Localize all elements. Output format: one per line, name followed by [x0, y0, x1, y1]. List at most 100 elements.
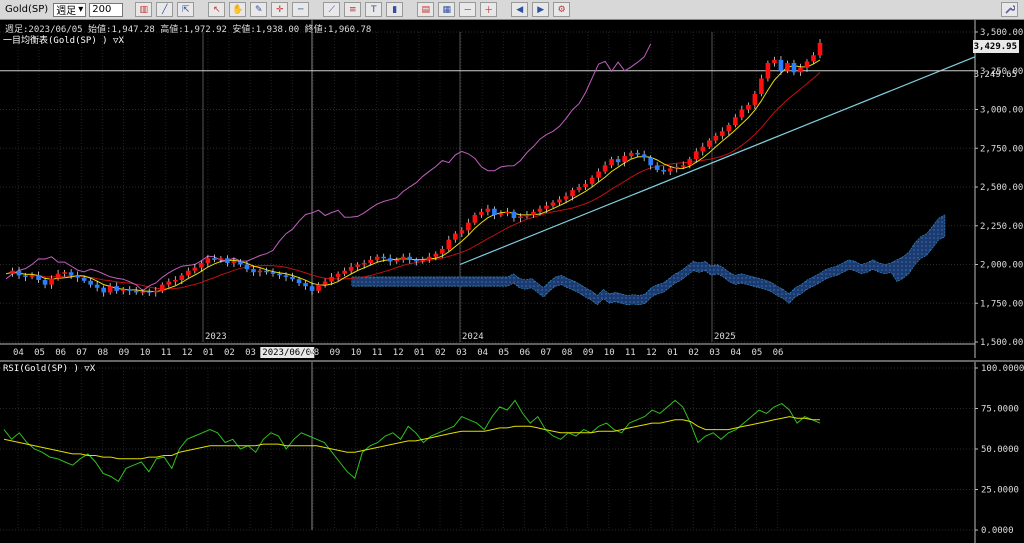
candle-body [361, 262, 367, 265]
horizontal-line-price-label: 3,249.65 [973, 69, 1017, 80]
horizontal-line-icon[interactable]: ─ [292, 2, 310, 17]
candle-body [101, 287, 106, 293]
candle-body [23, 275, 28, 277]
candle-body [329, 276, 334, 282]
bar-chart-icon[interactable]: ▮ [386, 2, 404, 17]
candle-body [759, 78, 764, 94]
candle-body [609, 159, 614, 166]
main-chart-pane[interactable]: 3,500.00 3,250.00 3,000.00 2,750.00 2,500.00… [0, 20, 1024, 358]
candle-body [192, 267, 198, 271]
pencil-icon[interactable]: ✎ [250, 2, 268, 17]
candle-body [602, 165, 608, 172]
month-tick-label: 09 [119, 348, 130, 358]
scroll-right-icon[interactable]: ▶ [532, 2, 550, 17]
month-tick-label: 07 [541, 348, 552, 358]
candle-body [368, 259, 373, 263]
price-tick-label: 2,250.00 [980, 222, 1023, 232]
candle-body [641, 154, 647, 158]
candle-body [238, 261, 243, 265]
candle-body [661, 169, 667, 172]
candle-body [407, 256, 413, 260]
candle-body [251, 269, 256, 273]
candle-body [570, 190, 575, 197]
price-tick-label: 2,500.00 [980, 183, 1023, 193]
candle-body [798, 67, 803, 73]
candlestick-chart[interactable]: 3,500.003,250.003,000.002,750.002,500.00… [0, 20, 1024, 358]
expand-icon[interactable]: ▦ [438, 2, 456, 17]
rsi-chart[interactable]: 100.0000 75.0000 50.0000 25.0000 0.0000 [0, 362, 1024, 543]
text-icon[interactable]: T [365, 2, 383, 17]
candle-chart-icon[interactable]: ▥ [135, 2, 153, 17]
candle-body [374, 256, 380, 260]
candle-body [459, 230, 465, 234]
line-chart-icon[interactable]: ╱ [156, 2, 174, 17]
scroll-left-icon[interactable]: ◀ [511, 2, 529, 17]
candle-body [446, 239, 452, 249]
candle-body [628, 152, 634, 156]
compress-icon[interactable]: ▤ [417, 2, 435, 17]
rsi-pane[interactable]: 100.0000 75.0000 50.0000 25.0000 0.0000 RSI(… [0, 360, 1024, 543]
wrench-icon[interactable] [1001, 2, 1018, 17]
zoom-in-icon[interactable]: ＋ [480, 2, 498, 17]
candle-body [322, 281, 328, 285]
month-tick-label: 08 [97, 348, 108, 358]
month-tick-label: 09 [330, 348, 341, 358]
rsi-indicator-label[interactable]: RSI(Gold(SP) ) ▽X [3, 364, 95, 374]
candle-body [88, 280, 93, 285]
candle-body [713, 135, 719, 141]
rsi-tick-label: 75.0000 [981, 405, 1019, 415]
hand-icon[interactable]: ✋ [229, 2, 247, 17]
timeframe-select[interactable]: 週足 ▾ [53, 2, 87, 17]
candle-body [706, 140, 712, 147]
month-tick-label: 03 [709, 348, 720, 358]
candle-body [765, 63, 771, 79]
settings-icon[interactable]: ⚙ [553, 2, 571, 17]
month-tick-label: 05 [498, 348, 509, 358]
candle-body [537, 208, 543, 212]
candle-body [700, 146, 706, 152]
candle-body [680, 165, 686, 167]
candle-body [394, 259, 400, 262]
candle-body [466, 222, 471, 231]
candle-body [257, 270, 263, 273]
candle-body [693, 151, 699, 160]
year-label: 2024 [462, 332, 484, 342]
fibonacci-icon[interactable]: ≡ [344, 2, 362, 17]
toolbar-separator [501, 2, 507, 17]
candle-body [342, 270, 347, 274]
cursor-icon[interactable]: ⇱ [177, 2, 195, 17]
rsi-tick-label: 0.0000 [981, 526, 1014, 536]
candle-body [576, 187, 582, 191]
candle-body [400, 256, 406, 260]
ichimoku-indicator-label[interactable]: 一目均衡表(Gold(SP) ) ▽X [3, 33, 124, 46]
candle-body [733, 117, 738, 125]
candle-body [557, 199, 562, 203]
candle-body [179, 275, 185, 280]
candle-body [791, 63, 797, 73]
candle-body [622, 156, 627, 163]
month-tick-label: 04 [477, 348, 488, 358]
candle-body [133, 290, 139, 293]
month-tick-label: 04 [730, 348, 741, 358]
pointer-icon[interactable]: ↖ [208, 2, 226, 17]
price-tick-label: 3,500.00 [980, 28, 1023, 38]
candle-body [114, 286, 120, 291]
candle-body [720, 131, 725, 136]
symbol-label[interactable]: Gold(SP) [3, 4, 50, 15]
trendline-icon[interactable]: ⟋ [323, 2, 341, 17]
candle-body [146, 291, 152, 293]
month-tick-label: 03 [456, 348, 467, 358]
candle-body [225, 258, 230, 263]
month-tick-label: 12 [182, 348, 193, 358]
toolbar-separator [313, 2, 319, 17]
candle-body [596, 171, 601, 178]
candle-body [492, 208, 497, 215]
candle-body [283, 275, 289, 277]
crosshair-icon[interactable]: ✛ [271, 2, 289, 17]
candle-body [10, 270, 15, 274]
candle-body [264, 270, 269, 273]
zoom-out-icon[interactable]: － [459, 2, 477, 17]
candle-body [231, 261, 237, 263]
candle-body [589, 177, 595, 184]
bar-count-input[interactable] [89, 2, 124, 17]
